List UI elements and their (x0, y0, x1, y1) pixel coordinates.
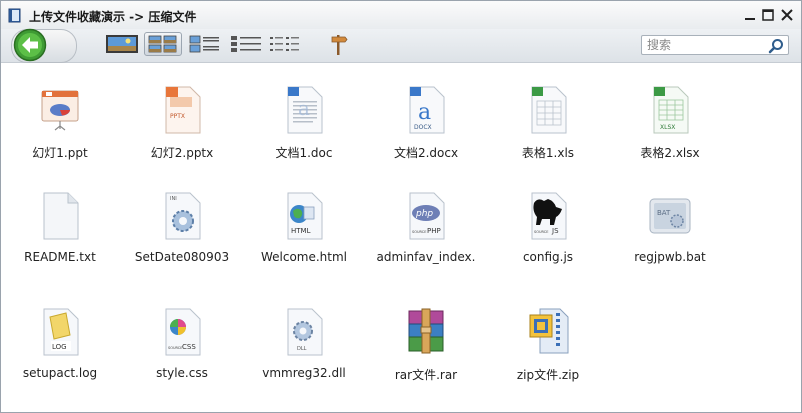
explorer-window: 上传文件收藏演示 -> 压缩文件 搜索 幻灯1.ppt PPTX 幻灯2.ppt… (0, 0, 802, 413)
large-icons-view-button[interactable] (144, 32, 182, 56)
file-item-docx[interactable]: a DOCX 文档2.docx (367, 71, 485, 171)
file-item-html[interactable]: HTML Welcome.html (245, 177, 363, 277)
file-name: README.txt (24, 250, 96, 264)
file-item-doc[interactable]: a 文档1.doc (245, 71, 363, 171)
file-name: 幻灯1.ppt (32, 146, 88, 160)
file-item-pptx[interactable]: PPTX 幻灯2.pptx (123, 71, 241, 171)
filmstrip-view-button[interactable] (105, 32, 139, 56)
file-item-bat[interactable]: BAT regjpwb.bat (611, 177, 729, 277)
file-item-zip[interactable]: zip文件.zip (489, 293, 607, 393)
large-icons-view-icon (148, 35, 177, 53)
dll-badge: DLL (297, 346, 307, 352)
file-name: Welcome.html (260, 250, 348, 264)
bat-badge: BAT (657, 209, 671, 217)
file-name: 表格2.xlsx (640, 146, 700, 160)
toolbar (1, 28, 801, 63)
file-item-dll[interactable]: DLL vmmreg32.dll (245, 293, 363, 393)
search-input[interactable] (647, 38, 762, 52)
filmstrip-view-icon (106, 35, 138, 53)
file-item-js[interactable]: SOURCE JS config.js (489, 177, 607, 277)
css-file-icon: SOURCE CSS (165, 308, 201, 356)
source-badge: SOURCE (534, 230, 548, 234)
log-file-icon: LOG (43, 308, 79, 356)
javascript-file-icon: SOURCE JS (531, 192, 567, 240)
text-file-icon (43, 192, 79, 240)
search-box (641, 35, 789, 55)
magnifier-icon[interactable] (768, 38, 784, 54)
minimize-icon (745, 18, 755, 20)
file-item-php[interactable]: php SOURCE PHP adminfav_index. (367, 177, 485, 277)
signpost-icon (331, 35, 348, 55)
file-name: rar文件.rar (394, 368, 458, 382)
php-badge: PHP (427, 227, 441, 235)
tiles-view-icon (189, 35, 219, 53)
close-button[interactable] (778, 6, 796, 24)
minimize-button[interactable] (741, 6, 759, 24)
powerpoint-document-icon: PPTX (165, 86, 201, 134)
signpost-button[interactable] (327, 32, 349, 56)
source-badge: SOURCE (168, 346, 182, 350)
maximize-icon (762, 9, 774, 21)
details-view-icon (231, 36, 261, 52)
excel-spreadsheet-icon: XLSX (653, 86, 689, 134)
html-file-icon: HTML (287, 192, 323, 240)
file-area: 幻灯1.ppt PPTX 幻灯2.pptx a 文档1.doc a DOCX 文… (1, 63, 801, 412)
list-view-button[interactable] (267, 32, 303, 56)
file-item-ini[interactable]: INI SetDate080903 (123, 177, 241, 277)
maximize-button[interactable] (759, 6, 777, 24)
file-item-xls[interactable]: 表格1.xls (489, 71, 607, 171)
close-icon (781, 9, 793, 21)
source-badge: SOURCE (412, 230, 426, 234)
php-file-icon: php SOURCE PHP (409, 192, 445, 240)
docx-badge: DOCX (414, 124, 432, 131)
xlsx-badge: XLSX (660, 124, 675, 131)
pptx-badge: PPTX (170, 113, 185, 120)
tiles-view-button[interactable] (187, 32, 223, 56)
list-view-icon (270, 37, 299, 51)
file-name: regjpwb.bat (634, 250, 706, 264)
ini-badge: INI (170, 196, 177, 202)
file-name: vmmreg32.dll (262, 366, 346, 380)
file-name: adminfav_index. (376, 250, 476, 264)
file-item-ppt[interactable]: 幻灯1.ppt (1, 71, 119, 171)
php-logo-text: php (415, 209, 433, 219)
file-name: SetDate080903 (134, 250, 230, 264)
file-name: style.css (156, 366, 208, 380)
file-item-css[interactable]: SOURCE CSS style.css (123, 293, 241, 393)
svg-text:a: a (418, 100, 431, 125)
file-name: zip文件.zip (516, 368, 580, 382)
file-name: 幻灯2.pptx (150, 146, 214, 160)
file-item-xlsx[interactable]: XLSX 表格2.xlsx (611, 71, 729, 171)
settings-file-icon: INI (165, 192, 201, 240)
log-badge: LOG (52, 343, 67, 351)
details-view-button[interactable] (229, 32, 263, 56)
file-name: setupact.log (22, 366, 98, 380)
title-bar[interactable]: 上传文件收藏演示 -> 压缩文件 (1, 1, 801, 29)
svg-text:a: a (298, 96, 310, 120)
powerpoint-document-icon (41, 90, 79, 131)
excel-spreadsheet-icon (531, 86, 567, 134)
file-item-log[interactable]: LOG setupact.log (1, 293, 119, 393)
file-name: 文档1.doc (275, 146, 333, 160)
file-item-rar[interactable]: rar文件.rar (367, 293, 485, 393)
back-arrow-icon[interactable] (13, 28, 47, 62)
batch-file-icon: BAT (649, 198, 691, 234)
dll-file-icon: DLL (287, 308, 323, 356)
js-badge: JS (551, 227, 559, 235)
file-name: config.js (522, 250, 574, 264)
css-badge: CSS (182, 343, 196, 351)
window-title: 上传文件收藏演示 -> 压缩文件 (29, 10, 197, 24)
word-document-icon: a (287, 86, 323, 134)
file-name: 表格1.xls (521, 146, 575, 160)
word-document-icon: a DOCX (409, 86, 445, 134)
folder-book-icon (8, 8, 21, 23)
file-item-txt[interactable]: README.txt (1, 177, 119, 277)
file-name: 文档2.docx (393, 146, 459, 160)
rar-archive-icon (408, 308, 444, 354)
html-badge: HTML (291, 227, 311, 235)
zip-archive-icon (529, 308, 569, 354)
